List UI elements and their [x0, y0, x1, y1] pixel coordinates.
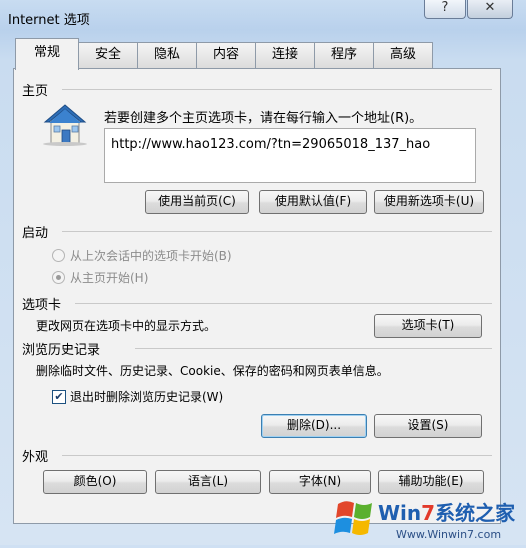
- tab-programs[interactable]: 程序: [314, 42, 374, 68]
- accessibility-button[interactable]: 辅助功能(E): [378, 470, 484, 494]
- radio-last-session-label: 从上次会话中的选项卡开始(B): [70, 249, 232, 263]
- use-new-tab-button[interactable]: 使用新选项卡(U): [374, 190, 484, 214]
- delete-on-exit-checkbox[interactable]: ✔: [52, 390, 66, 404]
- tab-advanced[interactable]: 高级: [373, 42, 433, 68]
- appearance-separator: [62, 455, 492, 456]
- startup-separator: [62, 231, 492, 232]
- appearance-heading: 外观: [22, 450, 49, 465]
- history-heading: 浏览历史记录: [22, 343, 101, 358]
- help-button[interactable]: ?: [424, 0, 466, 19]
- languages-button[interactable]: 语言(L): [155, 470, 261, 494]
- homepage-instruction: 若要创建多个主页选项卡，请在每行输入一个地址(R)。: [104, 111, 423, 126]
- use-default-button[interactable]: 使用默认值(F): [259, 190, 367, 214]
- win7-watermark-logo: Win7系统之家 Www.Winwin7.com: [330, 492, 526, 545]
- tab-privacy[interactable]: 隐私: [137, 42, 197, 68]
- title-bar: Internet 选项 ? ✕: [0, 0, 526, 38]
- tab-content[interactable]: 内容: [196, 42, 256, 68]
- home-house-icon: [40, 102, 90, 146]
- tabs-section-description: 更改网页在选项卡中的显示方式。: [36, 319, 217, 333]
- tabs-section-heading: 选项卡: [22, 298, 62, 313]
- use-current-button[interactable]: 使用当前页(C): [145, 190, 249, 214]
- fonts-button[interactable]: 字体(N): [269, 470, 371, 494]
- svg-text:Win7系统之家: Win7系统之家: [378, 501, 516, 525]
- svg-text:Www.Winwin7.com: Www.Winwin7.com: [396, 528, 501, 541]
- tab-general[interactable]: 常规: [15, 38, 79, 70]
- homepage-url-textarea[interactable]: http://www.hao123.com/?tn=29065018_137_h…: [104, 128, 476, 183]
- history-description: 删除临时文件、历史记录、Cookie、保存的密码和网页表单信息。: [36, 364, 389, 378]
- delete-history-button[interactable]: 删除(D)...: [261, 414, 367, 438]
- homepage-separator: [62, 89, 492, 90]
- tabs-section-separator: [75, 303, 492, 304]
- window-title: Internet 选项: [8, 13, 90, 28]
- tabs-settings-button[interactable]: 选项卡(T): [374, 314, 482, 338]
- radio-last-session[interactable]: [52, 249, 65, 262]
- startup-heading: 启动: [22, 226, 49, 241]
- tab-security[interactable]: 安全: [78, 42, 138, 68]
- history-separator: [135, 348, 492, 349]
- tab-connections[interactable]: 连接: [255, 42, 315, 68]
- homepage-heading: 主页: [22, 84, 49, 99]
- delete-on-exit-label: 退出时删除浏览历史记录(W): [70, 390, 224, 404]
- radio-start-home-label: 从主页开始(H): [70, 271, 149, 285]
- internet-options-window: Internet 选项 ? ✕ 常规 安全 隐私 内容 连接 程序 高级 主页 …: [0, 0, 526, 545]
- history-settings-button[interactable]: 设置(S): [374, 414, 482, 438]
- radio-start-home[interactable]: [52, 271, 65, 284]
- close-button[interactable]: ✕: [467, 0, 513, 19]
- colors-button[interactable]: 颜色(O): [43, 470, 147, 494]
